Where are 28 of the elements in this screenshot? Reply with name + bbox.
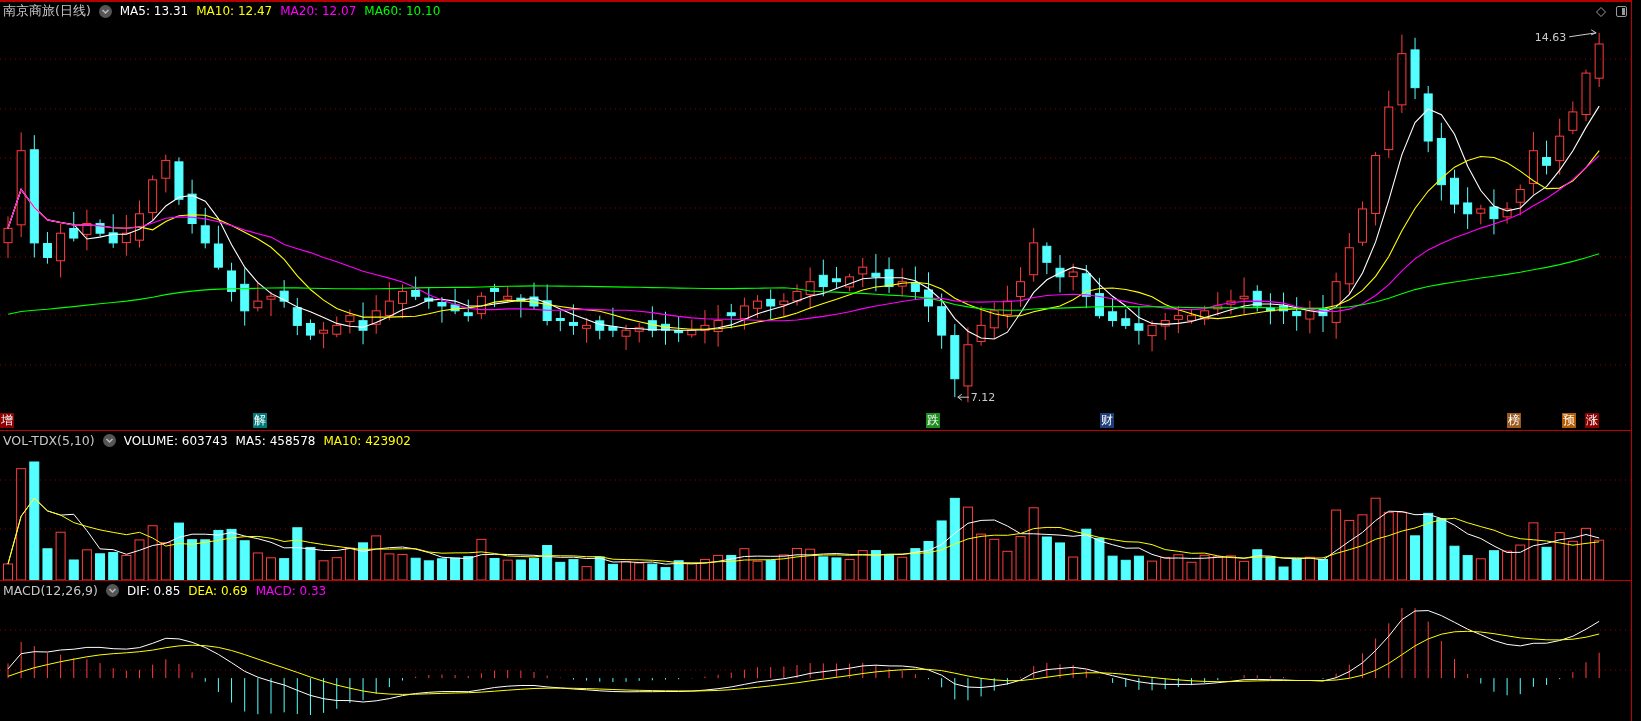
indicator-value: MACD: 0.33	[255, 583, 327, 598]
panel-title: VOL-TDX(5,10)	[3, 433, 95, 448]
indicator-value: DEA: 0.69	[188, 583, 248, 598]
chevron-down-icon[interactable]	[102, 434, 116, 447]
event-marker[interactable]: 跌	[926, 413, 940, 429]
event-marker[interactable]: 榜	[1507, 413, 1521, 429]
chevron-down-icon[interactable]	[105, 584, 119, 597]
indicator-value: MA20: 12.07	[280, 4, 357, 19]
event-marker[interactable]: 财	[1100, 413, 1114, 429]
indicator-value: VOLUME: 603743	[123, 433, 228, 448]
event-marker[interactable]: 增	[0, 413, 14, 429]
indicator-value: MA5: 13.31	[119, 4, 189, 19]
low-price-arrow	[957, 393, 970, 401]
chevron-down-icon[interactable]	[98, 4, 112, 18]
indicator-value: MA10: 423902	[323, 433, 411, 448]
panel-title: 南京商旅(日线)	[3, 2, 91, 20]
indicator-value: MA5: 458578	[235, 433, 316, 448]
event-marker[interactable]: 解	[253, 413, 267, 429]
indicator-value: DIF: 0.85	[126, 583, 181, 598]
event-marker[interactable]: 预	[1562, 413, 1576, 429]
panel-title: MACD(12,26,9)	[3, 583, 98, 598]
indicator-value: MA60: 10.10	[364, 4, 441, 19]
indicator-value: MA10: 12.47	[196, 4, 273, 19]
low-price-label: 7.12	[970, 391, 996, 405]
high-price-label: 14.63	[1534, 30, 1567, 44]
panel-toggle-icon[interactable]	[1616, 6, 1627, 17]
high-price-arrow	[1568, 29, 1597, 38]
event-marker[interactable]: 涨	[1585, 413, 1599, 429]
